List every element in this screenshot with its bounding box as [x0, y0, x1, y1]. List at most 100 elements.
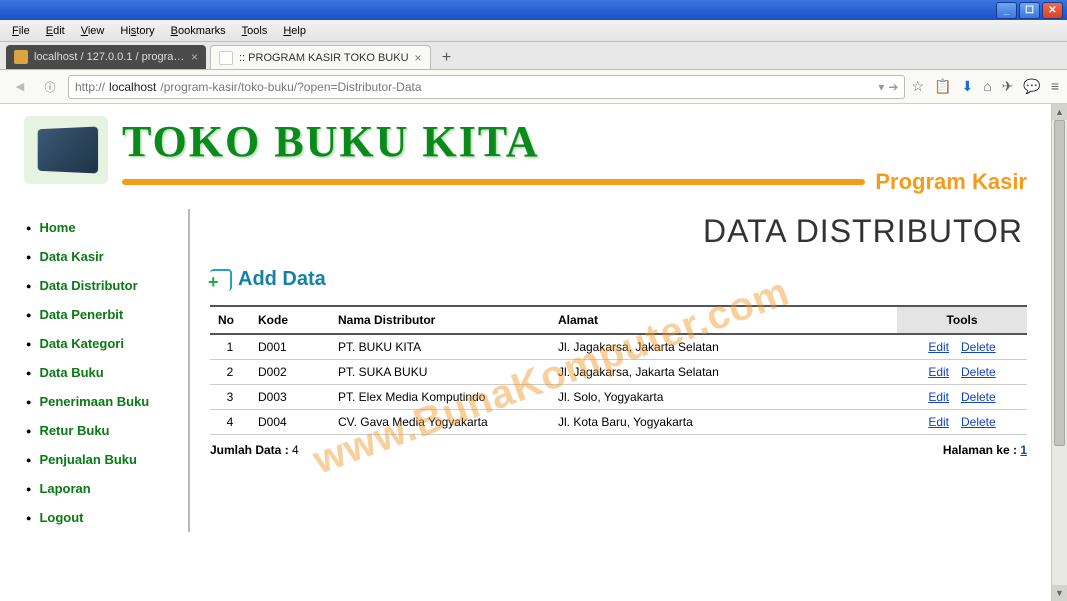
- favicon-icon: [14, 50, 28, 64]
- menu-bookmarks[interactable]: Bookmarks: [163, 22, 234, 40]
- sidebar-item[interactable]: Data Kategori: [24, 329, 188, 358]
- browser-toolbar: ◀ ⓘ http:// localhost/program-kasir/toko-…: [0, 70, 1067, 104]
- sidebar-item[interactable]: Logout: [24, 503, 188, 532]
- page-label: Halaman ke :: [943, 443, 1017, 457]
- cell-alamat: Jl. Kota Baru, Yogyakarta: [550, 410, 897, 435]
- delete-link[interactable]: Delete: [961, 340, 996, 354]
- new-tab-button[interactable]: +: [435, 47, 459, 69]
- home-icon[interactable]: ⌂: [983, 78, 991, 95]
- delete-link[interactable]: Delete: [961, 365, 996, 379]
- back-button[interactable]: ◀: [8, 75, 32, 99]
- site-logo: [24, 116, 108, 184]
- col-kode: Kode: [250, 306, 330, 334]
- url-path: /program-kasir/toko-buku/?open=Distribut…: [160, 80, 421, 94]
- table-row: 2D002PT. SUKA BUKUJl. Jagakarsa, Jakarta…: [210, 360, 1027, 385]
- sidebar-item[interactable]: Penerimaan Buku: [24, 387, 188, 416]
- cell-no: 4: [210, 410, 250, 435]
- sidebar-nav: HomeData KasirData DistributorData Pener…: [24, 209, 188, 532]
- sidebar-item[interactable]: Laporan: [24, 474, 188, 503]
- menu-view[interactable]: View: [73, 22, 113, 40]
- pos-monitor-icon: [38, 127, 98, 174]
- scroll-down-icon[interactable]: ▼: [1052, 585, 1067, 601]
- site-subtitle: Program Kasir: [875, 169, 1027, 195]
- page-title: DATA DISTRIBUTOR: [210, 213, 1023, 250]
- scroll-up-icon[interactable]: ▲: [1052, 104, 1067, 120]
- window-minimize-button[interactable]: _: [996, 2, 1017, 19]
- cell-nama: PT. SUKA BUKU: [330, 360, 550, 385]
- favicon-icon: [219, 51, 233, 65]
- cell-tools: Edit Delete: [897, 360, 1027, 385]
- tab-close-icon[interactable]: ×: [191, 50, 198, 64]
- site-header: TOKO BUKU KITA Program Kasir: [0, 104, 1051, 195]
- table-row: 3D003PT. Elex Media KomputindoJl. Solo, …: [210, 385, 1027, 410]
- url-host: localhost: [109, 80, 156, 94]
- menu-tools[interactable]: Tools: [234, 22, 276, 40]
- cell-nama: PT. Elex Media Komputindo: [330, 385, 550, 410]
- menu-edit[interactable]: Edit: [38, 22, 73, 40]
- cell-kode: D004: [250, 410, 330, 435]
- vertical-scrollbar[interactable]: ▲ ▼: [1051, 104, 1067, 601]
- cell-no: 3: [210, 385, 250, 410]
- site-title: TOKO BUKU KITA: [122, 116, 1027, 167]
- url-prefix: http://: [75, 80, 105, 94]
- browser-tabstrip: localhost / 127.0.0.1 / progra… × :: PRO…: [0, 42, 1067, 70]
- cell-tools: Edit Delete: [897, 385, 1027, 410]
- col-no: No: [210, 306, 250, 334]
- cell-tools: Edit Delete: [897, 410, 1027, 435]
- menu-file[interactable]: File: [4, 22, 38, 40]
- col-nama: Nama Distributor: [330, 306, 550, 334]
- go-icon[interactable]: ➔: [888, 80, 898, 94]
- sidebar-item[interactable]: Data Buku: [24, 358, 188, 387]
- delete-link[interactable]: Delete: [961, 390, 996, 404]
- add-data-label: Add Data: [238, 268, 326, 291]
- toolbar-icons: ☆ 📋 ⬇ ⌂ ✈ 💬 ≡: [911, 78, 1059, 95]
- edit-link[interactable]: Edit: [928, 415, 949, 429]
- table-row: 4D004CV. Gava Media YogyakartaJl. Kota B…: [210, 410, 1027, 435]
- dropdown-icon[interactable]: ▾: [878, 80, 884, 94]
- cell-no: 2: [210, 360, 250, 385]
- tab-label: localhost / 127.0.0.1 / progra…: [34, 51, 184, 63]
- cell-alamat: Jl. Jagakarsa, Jakarta Selatan: [550, 360, 897, 385]
- menu-history[interactable]: History: [112, 22, 162, 40]
- clipboard-icon[interactable]: 📋: [934, 78, 951, 95]
- cell-alamat: Jl. Jagakarsa, Jakarta Selatan: [550, 334, 897, 360]
- col-alamat: Alamat: [550, 306, 897, 334]
- window-maximize-button[interactable]: ☐: [1019, 2, 1040, 19]
- cell-nama: PT. BUKU KITA: [330, 334, 550, 360]
- download-icon[interactable]: ⬇: [961, 78, 973, 95]
- hamburger-menu-icon[interactable]: ≡: [1051, 78, 1059, 95]
- sidebar-item[interactable]: Data Kasir: [24, 242, 188, 271]
- table-footer: Jumlah Data : 4 Halaman ke : 1: [210, 443, 1027, 457]
- identity-icon[interactable]: ⓘ: [38, 75, 62, 99]
- tab-label: :: PROGRAM KASIR TOKO BUKU: [239, 52, 409, 64]
- url-input[interactable]: http:// localhost/program-kasir/toko-buku…: [68, 75, 905, 99]
- cell-nama: CV. Gava Media Yogyakarta: [330, 410, 550, 435]
- add-data-button[interactable]: Add Data: [210, 268, 1027, 291]
- cell-kode: D003: [250, 385, 330, 410]
- bookmark-star-icon[interactable]: ☆: [911, 78, 924, 95]
- sidebar-item[interactable]: Penjualan Buku: [24, 445, 188, 474]
- send-icon[interactable]: ✈: [1002, 78, 1014, 95]
- browser-tab[interactable]: localhost / 127.0.0.1 / progra… ×: [6, 45, 206, 69]
- cell-kode: D001: [250, 334, 330, 360]
- chat-icon[interactable]: 💬: [1023, 78, 1040, 95]
- cell-no: 1: [210, 334, 250, 360]
- sidebar-item[interactable]: Home: [24, 213, 188, 242]
- count-label: Jumlah Data :: [210, 443, 289, 457]
- sidebar-item[interactable]: Data Penerbit: [24, 300, 188, 329]
- scroll-thumb[interactable]: [1054, 120, 1065, 446]
- tab-close-icon[interactable]: ×: [415, 51, 422, 65]
- delete-link[interactable]: Delete: [961, 415, 996, 429]
- cell-kode: D002: [250, 360, 330, 385]
- sidebar-item[interactable]: Data Distributor: [24, 271, 188, 300]
- page-number-link[interactable]: 1: [1020, 443, 1027, 457]
- edit-link[interactable]: Edit: [928, 365, 949, 379]
- edit-link[interactable]: Edit: [928, 390, 949, 404]
- col-tools: Tools: [897, 306, 1027, 334]
- sidebar-item[interactable]: Retur Buku: [24, 416, 188, 445]
- browser-tab-active[interactable]: :: PROGRAM KASIR TOKO BUKU ×: [210, 45, 431, 69]
- window-close-button[interactable]: ✕: [1042, 2, 1063, 19]
- edit-link[interactable]: Edit: [928, 340, 949, 354]
- menu-help[interactable]: Help: [275, 22, 314, 40]
- cell-alamat: Jl. Solo, Yogyakarta: [550, 385, 897, 410]
